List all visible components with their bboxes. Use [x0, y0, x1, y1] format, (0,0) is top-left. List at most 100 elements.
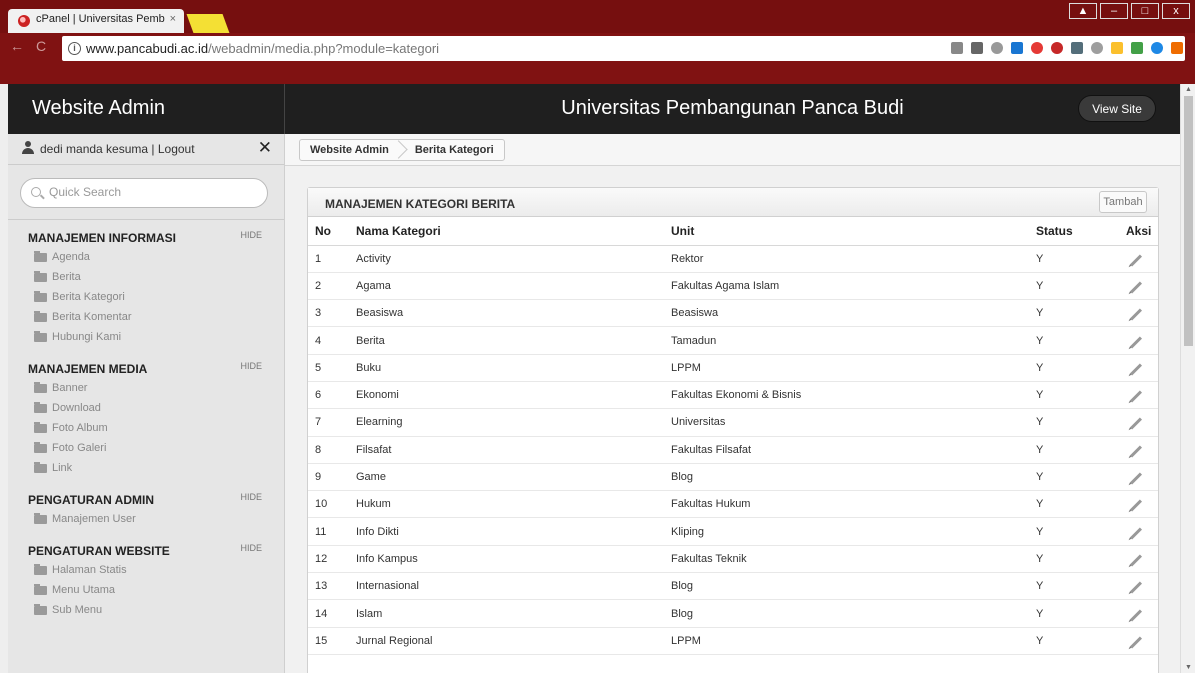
edit-pencil-icon[interactable]: [1129, 308, 1143, 321]
edit-pencil-icon[interactable]: [1129, 554, 1143, 567]
maximize-icon[interactable]: □: [1131, 3, 1159, 19]
browser-tab[interactable]: cPanel | Universitas Pemb ×: [8, 9, 184, 33]
edit-pencil-icon[interactable]: [1129, 254, 1143, 267]
extension-icon[interactable]: [1111, 42, 1123, 54]
edit-pencil-icon[interactable]: [1129, 581, 1143, 594]
breadcrumb-berita-kategori[interactable]: Berita Kategori: [399, 140, 504, 160]
row-aksi: [1115, 627, 1158, 655]
row-status: Y: [1033, 245, 1115, 273]
edit-pencil-icon[interactable]: [1129, 472, 1143, 485]
row-aksi: [1115, 299, 1158, 328]
tab-close-icon[interactable]: ×: [170, 13, 176, 25]
user-logout-link[interactable]: dedi manda kesuma | Logout: [40, 142, 195, 156]
sidebar-item-berita-komentar[interactable]: Berita Komentar: [8, 307, 284, 327]
sidebar-item-label: Menu Utama: [52, 584, 115, 596]
row-unit: Fakultas Ekonomi & Bisnis: [671, 381, 1033, 410]
sidebar-item-foto-album[interactable]: Foto Album: [8, 418, 284, 438]
page-scrollbar[interactable]: ▲ ▼: [1180, 84, 1195, 673]
edit-pencil-icon[interactable]: [1129, 390, 1143, 403]
row-unit: Fakultas Hukum: [671, 490, 1033, 519]
row-aksi: [1115, 354, 1158, 382]
row-no: 7: [308, 408, 348, 437]
star-icon[interactable]: [971, 42, 983, 54]
sidebar-item-halaman-statis[interactable]: Halaman Statis: [8, 560, 284, 580]
edit-pencil-icon[interactable]: [1129, 608, 1143, 622]
sidebar-item-label: Berita Komentar: [52, 311, 132, 323]
extension-icon[interactable]: [1131, 42, 1143, 54]
menu-heading-label: MANAJEMEN MEDIA: [28, 362, 148, 376]
folder-icon: [34, 513, 47, 524]
sidebar-item-link[interactable]: Link: [8, 458, 284, 478]
edit-pencil-icon[interactable]: [1129, 363, 1143, 376]
extension-icon[interactable]: [991, 42, 1003, 54]
extension-icon[interactable]: [1171, 42, 1183, 54]
browser-toolbar: ←C i www.pancabudi.ac.id/webadmin/media.…: [0, 33, 1195, 84]
edit-pencil-icon[interactable]: [1129, 445, 1143, 458]
new-tab-button[interactable]: [186, 14, 230, 33]
sidebar-item-berita-kategori[interactable]: Berita Kategori: [8, 287, 284, 307]
row-no: 9: [308, 463, 348, 492]
row-unit: Rektor: [671, 245, 1033, 273]
translate-icon[interactable]: [951, 42, 963, 54]
sidebar-item-manajemen-user[interactable]: Manajemen User: [8, 509, 284, 529]
edit-pencil-icon[interactable]: [1129, 336, 1143, 349]
close-sidebar-icon[interactable]: ✕: [258, 138, 272, 158]
view-site-button[interactable]: View Site: [1078, 95, 1156, 122]
row-no: 3: [308, 299, 348, 328]
edit-pencil-icon[interactable]: [1129, 636, 1143, 649]
row-nama-kategori: Info Kampus: [348, 545, 671, 574]
adblock-icon[interactable]: [1051, 42, 1063, 54]
scroll-up-icon[interactable]: ▲: [1185, 86, 1192, 93]
nav-buttons[interactable]: ←C: [10, 38, 58, 54]
gear-icon[interactable]: [1091, 42, 1103, 54]
sidebar-item-berita[interactable]: Berita: [8, 267, 284, 287]
sidebar-item-label: Berita: [52, 271, 81, 283]
scroll-down-icon[interactable]: ▼: [1185, 664, 1192, 671]
row-aksi: [1115, 545, 1158, 574]
sidebar-item-foto-galeri[interactable]: Foto Galeri: [8, 438, 284, 458]
site-title[interactable]: Website Admin: [32, 97, 165, 120]
row-nama-kategori: Game: [348, 463, 671, 492]
breadcrumb-website-admin[interactable]: Website Admin: [300, 140, 399, 160]
row-nama-kategori: Info Dikti: [348, 517, 671, 546]
sidebar-item-banner[interactable]: Banner: [8, 378, 284, 398]
close-window-icon[interactable]: x: [1162, 3, 1190, 19]
hide-toggle[interactable]: HIDE: [240, 543, 262, 553]
profile-icon[interactable]: ▲: [1069, 3, 1097, 19]
folder-icon: [34, 251, 47, 262]
table-row: 9 Game Blog Y: [308, 463, 1158, 492]
row-no: 4: [308, 326, 348, 355]
sidebar-item-download[interactable]: Download: [8, 398, 284, 418]
edit-pencil-icon[interactable]: [1129, 417, 1143, 430]
row-unit: Blog: [671, 599, 1033, 628]
extension-icon[interactable]: [1011, 42, 1023, 54]
minimize-icon[interactable]: –: [1100, 3, 1128, 19]
row-unit: Kliping: [671, 517, 1033, 546]
tambah-button[interactable]: Tambah: [1099, 191, 1147, 213]
row-unit: Blog: [671, 463, 1033, 492]
sidebar-item-hubungi-kami[interactable]: Hubungi Kami: [8, 327, 284, 347]
quick-search-input[interactable]: Quick Search: [20, 178, 268, 208]
scrollbar-thumb[interactable]: [1184, 96, 1193, 346]
edit-pencil-icon[interactable]: [1129, 527, 1143, 540]
edit-pencil-icon[interactable]: [1129, 281, 1143, 294]
hide-toggle[interactable]: HIDE: [240, 492, 262, 502]
info-icon[interactable]: i: [68, 42, 81, 55]
extension-icon[interactable]: [1151, 42, 1163, 54]
menu-group-pengaturan-admin: PENGATURAN ADMIN HIDE Manajemen User: [8, 482, 284, 533]
hide-toggle[interactable]: HIDE: [240, 361, 262, 371]
row-no: 8: [308, 436, 348, 464]
row-status: Y: [1033, 545, 1115, 574]
sidebar-item-menu-utama[interactable]: Menu Utama: [8, 580, 284, 600]
sidebar-item-sub-menu[interactable]: Sub Menu: [8, 600, 284, 620]
search-wrap: Quick Search: [8, 165, 284, 220]
sidebar-item-agenda[interactable]: Agenda: [8, 247, 284, 267]
extension-icon[interactable]: [1071, 42, 1083, 54]
edit-pencil-icon[interactable]: [1129, 499, 1143, 512]
row-status: Y: [1033, 463, 1115, 492]
hide-toggle[interactable]: HIDE: [240, 230, 262, 240]
row-status: Y: [1033, 408, 1115, 437]
extension-icon[interactable]: [1031, 42, 1043, 54]
folder-icon: [34, 271, 47, 282]
table-row: 14 Islam Blog Y: [308, 599, 1158, 628]
